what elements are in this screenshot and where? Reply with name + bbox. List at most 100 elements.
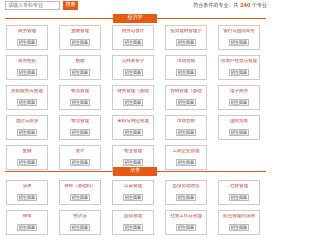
major-name-link[interactable]: 物业管理 (113, 149, 153, 155)
major-card[interactable]: 市场营销 招生简章 (165, 55, 207, 80)
major-name-link[interactable]: 房地产经营与管理 (219, 59, 259, 65)
admission-guide-button[interactable]: 招生简章 (70, 99, 90, 106)
admission-guide-button[interactable]: 招生简章 (17, 99, 37, 106)
major-card[interactable]: 商务管理 招生简章 (6, 25, 48, 50)
major-card[interactable]: 航空管理的法律 招生简章 (218, 210, 260, 235)
major-name-link[interactable]: 银行与国际商务 (219, 29, 259, 35)
major-name-link[interactable]: 税收 (60, 59, 100, 65)
major-card[interactable]: 税收 招生简章 (59, 55, 101, 80)
major-card[interactable]: 律师（基础科） 招生简章 (59, 180, 101, 205)
admission-guide-button[interactable]: 招生简章 (123, 159, 143, 166)
major-card[interactable]: 电子商务 招生简章 (218, 85, 260, 110)
admission-guide-button[interactable]: 招生简章 (176, 224, 196, 231)
admission-guide-button[interactable]: 招生简章 (229, 39, 249, 46)
admission-guide-button[interactable]: 招生简章 (70, 69, 90, 76)
major-card[interactable]: 经济法 招生简章 (59, 210, 101, 235)
admission-guide-button[interactable]: 招生简章 (17, 39, 37, 46)
major-card[interactable]: 法律 招生简章 (6, 180, 48, 205)
major-card[interactable]: 公安管理 招生简章 (112, 180, 154, 205)
admission-guide-button[interactable]: 招生简章 (17, 129, 37, 136)
major-card[interactable]: 商务经纪 招生简章 (6, 55, 48, 80)
search-button[interactable]: 搜索 (63, 1, 78, 10)
major-name-link[interactable]: 市场营销 (166, 119, 206, 125)
major-name-link[interactable]: 商务管理 (7, 29, 47, 35)
admission-guide-button[interactable]: 招生简章 (229, 99, 249, 106)
admission-guide-button[interactable]: 招生简章 (123, 99, 143, 106)
major-card[interactable]: 民航服务与管理 招生简章 (6, 85, 48, 110)
major-card[interactable]: 银行与国际商务 招生简章 (218, 25, 260, 50)
major-name-link[interactable]: 电子商务 (219, 89, 259, 95)
admission-guide-button[interactable]: 招生简章 (176, 129, 196, 136)
major-card[interactable]: 房地产经营与管理 招生简章 (218, 55, 260, 80)
major-name-link[interactable]: 采购与供应管理 (113, 119, 153, 125)
major-name-link[interactable]: 监狱劳动改造 (166, 184, 206, 190)
major-name-link[interactable]: 商务经纪 (7, 59, 47, 65)
major-card[interactable]: 社会工作与管理 招生简章 (165, 210, 207, 235)
major-card[interactable]: 金融 招生简章 (6, 145, 48, 170)
admission-guide-button[interactable]: 招生简章 (176, 99, 196, 106)
search-input[interactable] (5, 1, 60, 10)
major-card[interactable]: 国际贸易 招生简章 (218, 115, 260, 140)
major-card[interactable]: 金融管理 招生简章 (59, 25, 101, 50)
major-name-link[interactable]: 物流管理 (60, 119, 100, 125)
major-name-link[interactable]: 会计 (60, 149, 100, 155)
admission-guide-button[interactable]: 招生简章 (229, 69, 249, 76)
major-name-link[interactable]: 航空管理的法律 (219, 214, 259, 220)
admission-guide-button[interactable]: 招生简章 (123, 129, 143, 136)
admission-guide-button[interactable]: 招生简章 (70, 194, 90, 201)
major-name-link[interactable]: 民航服务与管理 (7, 89, 47, 95)
major-name-link[interactable]: 社会工作与管理 (166, 214, 206, 220)
major-card[interactable]: 财务管理（基础 招生简章 (112, 85, 154, 110)
admission-guide-button[interactable]: 招生简章 (70, 39, 90, 46)
admission-guide-button[interactable]: 招生简章 (17, 224, 37, 231)
major-name-link[interactable]: 监狱管理 (113, 214, 153, 220)
major-card[interactable]: 律师 招生简章 (6, 210, 48, 235)
major-card[interactable]: 工商企业管理 招生简章 (165, 145, 207, 170)
major-card[interactable]: 投资理财管理学 招生简章 (165, 25, 207, 50)
admission-guide-button[interactable]: 招生简章 (176, 69, 196, 76)
admission-guide-button[interactable]: 招生简章 (70, 129, 90, 136)
major-name-link[interactable]: 社会管理 (219, 184, 259, 190)
admission-guide-button[interactable]: 招生简章 (176, 194, 196, 201)
major-name-link[interactable]: 财务与会计 (113, 29, 153, 35)
major-name-link[interactable]: 工商企业管理 (166, 149, 206, 155)
admission-guide-button[interactable]: 招生简章 (176, 39, 196, 46)
admission-guide-button[interactable]: 招生简章 (17, 194, 37, 201)
admission-guide-button[interactable]: 招生简章 (123, 69, 143, 76)
major-card[interactable]: 市场营销 招生简章 (165, 115, 207, 140)
major-name-link[interactable]: 财务管理（基础 (113, 89, 153, 95)
admission-guide-button[interactable]: 招生简章 (70, 224, 90, 231)
major-card[interactable]: 公共关系学 招生简章 (112, 55, 154, 80)
admission-guide-button[interactable]: 招生简章 (176, 159, 196, 166)
major-name-link[interactable]: 市场营销 (166, 59, 206, 65)
major-name-link[interactable]: 国际贸易 (219, 119, 259, 125)
major-card[interactable]: 会计 招生简章 (59, 145, 101, 170)
major-name-link[interactable]: 金融 (7, 149, 47, 155)
admission-guide-button[interactable]: 招生简章 (17, 69, 37, 76)
major-card[interactable]: 采购与供应管理 招生简章 (112, 115, 154, 140)
major-card[interactable]: 营销管理（基础 招生简章 (165, 85, 207, 110)
major-name-link[interactable]: 金融管理 (60, 29, 100, 35)
admission-guide-button[interactable]: 招生简章 (123, 224, 143, 231)
major-name-link[interactable]: 律师（基础科） (60, 184, 100, 190)
major-name-link[interactable]: 公安管理 (113, 184, 153, 190)
admission-guide-button[interactable]: 招生简章 (17, 159, 37, 166)
major-card[interactable]: 监狱劳动改造 招生简章 (165, 180, 207, 205)
admission-guide-button[interactable]: 招生简章 (229, 194, 249, 201)
major-card[interactable]: 物流管理 招生简章 (59, 115, 101, 140)
major-card[interactable]: 社会管理 招生简章 (218, 180, 260, 205)
major-card[interactable]: 监狱管理 招生简章 (112, 210, 154, 235)
major-name-link[interactable]: 律师 (7, 214, 47, 220)
major-name-link[interactable]: 物流管理 (60, 89, 100, 95)
major-name-link[interactable]: 法律 (7, 184, 47, 190)
major-name-link[interactable]: 酒店与旅游 (7, 119, 47, 125)
admission-guide-button[interactable]: 招生简章 (123, 39, 143, 46)
major-name-link[interactable]: 营销管理（基础 (166, 89, 206, 95)
admission-guide-button[interactable]: 招生简章 (229, 224, 249, 231)
major-card[interactable]: 财务与会计 招生简章 (112, 25, 154, 50)
major-card[interactable]: 酒店与旅游 招生简章 (6, 115, 48, 140)
admission-guide-button[interactable]: 招生简章 (123, 194, 143, 201)
major-name-link[interactable]: 投资理财管理学 (166, 29, 206, 35)
major-card[interactable]: 物流管理 招生简章 (59, 85, 101, 110)
admission-guide-button[interactable]: 招生简章 (229, 129, 249, 136)
